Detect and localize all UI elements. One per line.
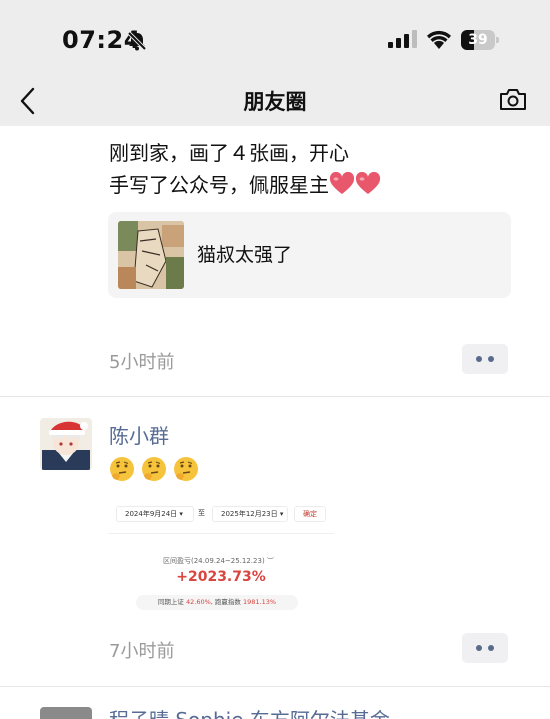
heart-icon — [355, 172, 381, 194]
link-title: 猫叔太强了 — [197, 244, 293, 266]
post-timestamp: 7小时前 — [109, 641, 175, 662]
post-text-line-1: 刚到家，画了４张画，开心 — [109, 141, 349, 165]
wifi-icon — [427, 30, 451, 49]
thinking-face-icon — [110, 457, 134, 481]
post-actions-button[interactable] — [462, 344, 508, 374]
thinking-face-icon — [174, 457, 198, 481]
status-bar: 07:24 39 — [0, 0, 550, 78]
date-separator: 至 — [198, 509, 205, 517]
avatar[interactable] — [40, 418, 92, 470]
username[interactable]: 程子晴 Sophie 东方阿尔法基金 — [109, 704, 390, 719]
confirm-button: 确定 — [294, 506, 326, 522]
more-dots-icon — [476, 356, 482, 362]
camera-icon[interactable] — [499, 87, 527, 111]
nav-bar: 朋友圈 — [0, 78, 550, 126]
avatar[interactable] — [40, 707, 92, 719]
battery-indicator: 39 — [461, 30, 499, 50]
end-date-field: 2025年12月23日 ▾ — [212, 506, 288, 522]
bell-muted-icon — [127, 31, 147, 51]
range-label: 区间盈亏(24.09.24~25.12.23) ︶ — [163, 557, 274, 565]
shared-link-card[interactable]: 猫叔太强了 — [108, 212, 511, 298]
divider — [0, 686, 550, 687]
post-actions-button[interactable] — [462, 633, 508, 663]
divider — [0, 396, 550, 397]
comparison-pill: 同期上证 42.60%, 跑赢指数 1981.13% — [136, 595, 298, 610]
username[interactable]: 陈小群 — [109, 420, 169, 449]
post-text-content: 手写了公众号，佩服星主 — [109, 173, 329, 197]
post-image[interactable]: 2024年9月24日 ▾ 至 2025年12月23日 ▾ 确定 区间盈亏(24.… — [108, 498, 334, 620]
more-dots-icon — [476, 645, 482, 651]
return-value: +2023.73% — [176, 569, 266, 585]
page-title: 朋友圈 — [243, 90, 307, 114]
link-thumbnail — [118, 221, 184, 289]
post-text-line-2: 手写了公众号，佩服星主 — [109, 169, 381, 201]
battery-level: 39 — [468, 32, 488, 48]
start-date-field: 2024年9月24日 ▾ — [116, 506, 194, 522]
post-timestamp: 5小时前 — [109, 352, 175, 373]
cellular-signal-icon — [388, 30, 417, 48]
thinking-face-icon — [142, 457, 166, 481]
heart-icon — [329, 172, 355, 194]
